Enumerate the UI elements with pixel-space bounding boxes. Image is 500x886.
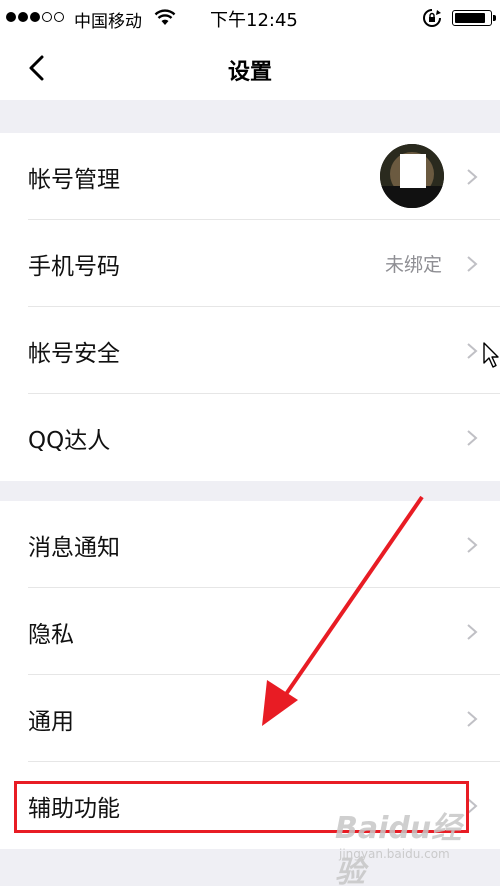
settings-item-privacy[interactable]: 隐私 — [0, 588, 500, 675]
wifi-icon — [154, 9, 176, 25]
status-bar: 中国移动 下午12:45 — [0, 0, 500, 36]
page-title: 设置 — [227, 60, 272, 85]
settings-item-label: QQ达人 — [28, 427, 111, 454]
chevron-right-icon — [467, 710, 478, 727]
settings-item-general[interactable]: 通用 — [0, 675, 500, 762]
mouse-cursor-icon — [483, 342, 499, 368]
navigation-bar: 设置 — [0, 36, 500, 100]
rotation-lock-icon — [423, 9, 441, 27]
chevron-right-icon — [467, 168, 478, 185]
settings-item-qq-expert[interactable]: QQ达人 — [0, 394, 500, 481]
battery-icon — [452, 10, 496, 26]
settings-item-label: 消息通知 — [28, 534, 120, 561]
settings-item-label: 隐私 — [28, 621, 74, 648]
chevron-right-icon — [467, 623, 478, 640]
settings-item-notifications[interactable]: 消息通知 — [0, 501, 500, 588]
chevron-right-icon — [467, 797, 478, 814]
settings-item-label: 通用 — [28, 708, 74, 735]
signal-strength-icon — [6, 12, 64, 22]
chevron-right-icon — [467, 429, 478, 446]
settings-item-value: 未绑定 — [384, 254, 442, 276]
status-time: 下午12:45 — [210, 10, 298, 31]
settings-item-label: 帐号管理 — [28, 166, 120, 193]
chevron-right-icon — [467, 536, 478, 553]
settings-item-accessibility[interactable]: 辅助功能 — [0, 762, 500, 849]
settings-item-phone-number[interactable]: 手机号码 未绑定 — [0, 220, 500, 307]
settings-item-label: 手机号码 — [28, 253, 120, 280]
chevron-right-icon — [467, 255, 478, 272]
carrier-name: 中国移动 — [74, 12, 142, 32]
avatar — [380, 144, 444, 208]
settings-item-label: 辅助功能 — [28, 795, 120, 822]
watermark-url: jingyan.baidu.com — [339, 847, 450, 861]
settings-item-account-management[interactable]: 帐号管理 — [0, 133, 500, 220]
settings-group-general: 消息通知 隐私 通用 辅助功能 — [0, 501, 500, 849]
settings-item-label: 帐号安全 — [28, 340, 120, 367]
settings-item-account-security[interactable]: 帐号安全 — [0, 307, 500, 394]
battery-level — [455, 13, 486, 23]
settings-group-account: 帐号管理 手机号码 未绑定 帐号安全 QQ达人 — [0, 133, 500, 481]
chevron-right-icon — [467, 342, 478, 359]
